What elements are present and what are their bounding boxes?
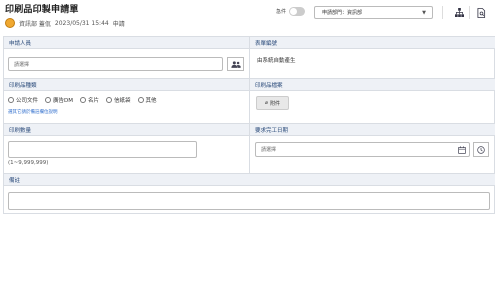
urgent-label: 急件 [276, 9, 287, 15]
form-number-header: 表單編號 [250, 37, 495, 49]
print-type-radio-group: 公司文件 廣告DM 名片 信紙袋 其他 [8, 96, 164, 104]
print-file-header: 印刷品檔案 [250, 79, 495, 91]
urgent-toggle-group: 急件 [276, 7, 306, 16]
radio-circle [80, 97, 86, 103]
attach-label: 附件 [270, 100, 281, 107]
paperclip-icon: ⌀ [264, 100, 268, 106]
applicant-name: 資訊部 蓋佤 [19, 20, 51, 28]
remarks-header: 備註 [4, 174, 495, 186]
radio-label: 信紙袋 [114, 98, 131, 104]
quantity-header: 印刷數量 [4, 124, 249, 136]
status-badge: 申請 [112, 20, 125, 28]
due-date-placeholder: 請選擇 [261, 147, 277, 153]
applicant-input[interactable]: 請選擇 [8, 57, 223, 71]
department-select[interactable]: 申請部門：資訊部 ▼ [314, 6, 433, 19]
clock-icon [477, 145, 485, 154]
due-date-input[interactable]: 請選擇 [255, 142, 470, 157]
print-type-hint: 選其它請於備註欄位說明 [8, 110, 58, 115]
due-date-header: 要求完工日期 [250, 124, 495, 136]
applicant-header: 申請人員 [4, 37, 249, 49]
column-divider [249, 37, 250, 174]
divider [442, 6, 443, 19]
department-select-value: 申請部門：資訊部 [322, 10, 363, 16]
document-search-icon[interactable] [475, 6, 488, 19]
attach-button[interactable]: ⌀ 附件 [256, 96, 289, 110]
radio-circle [45, 97, 52, 103]
select-users-button[interactable] [227, 57, 244, 71]
row-divider [4, 78, 495, 79]
radio-circle [8, 97, 14, 103]
org-chart-icon[interactable] [453, 6, 466, 19]
page-title: 印刷品印製申請單 [5, 5, 79, 15]
row-divider [4, 123, 495, 124]
radio-label: 其他 [145, 98, 157, 104]
divider [469, 6, 470, 19]
radio-label: 名片 [88, 98, 100, 104]
print-type-header: 印刷品種類 [4, 79, 249, 91]
calendar-icon[interactable] [458, 146, 466, 156]
applicant-info: 資訊部 蓋佤 2023/05/31 15:44 申請 [5, 17, 129, 29]
radio-option[interactable]: 廣告DM [45, 96, 73, 104]
quantity-range-note: (1~9,999,999) [8, 160, 49, 166]
radio-circle [137, 97, 144, 103]
chevron-down-icon: ▼ [422, 10, 426, 16]
urgent-toggle[interactable] [289, 7, 306, 16]
radio-option[interactable]: 其他 [137, 96, 157, 104]
datetime: 2023/05/31 15:44 [54, 19, 109, 27]
radio-option[interactable]: 信紙袋 [106, 96, 131, 104]
radio-label: 廣告DM [53, 98, 73, 104]
quantity-input[interactable] [8, 141, 197, 158]
radio-circle [106, 97, 113, 103]
toggle-knob [290, 8, 298, 15]
radio-label: 公司文件 [16, 98, 39, 104]
clock-button[interactable] [473, 142, 489, 157]
form-number-value: 由系統自動產生 [257, 58, 296, 64]
remarks-input[interactable] [8, 192, 490, 210]
radio-option[interactable]: 名片 [80, 96, 99, 104]
users-icon [230, 60, 241, 68]
avatar [5, 18, 15, 28]
radio-option[interactable]: 公司文件 [8, 96, 38, 104]
applicant-placeholder: 請選擇 [14, 61, 30, 68]
row-divider [4, 173, 495, 174]
